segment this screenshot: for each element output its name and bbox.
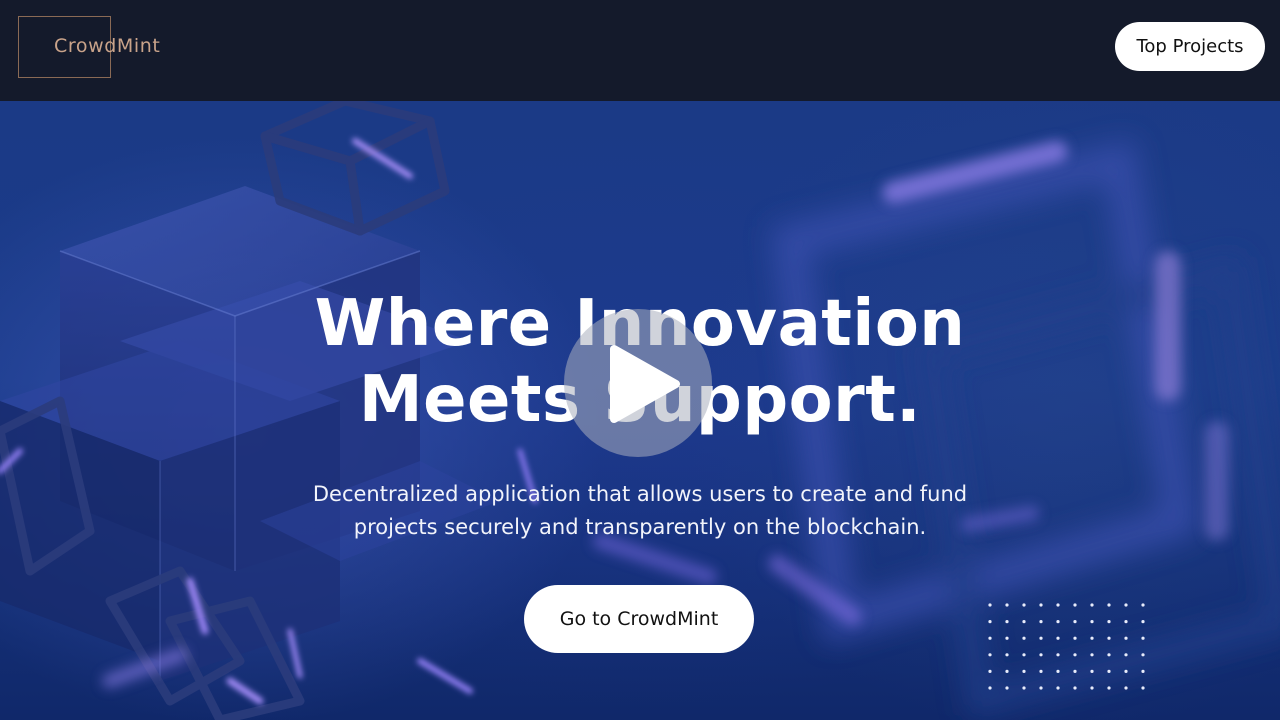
hero-subtitle: Decentralized application that allows us… bbox=[312, 482, 968, 539]
grid-dot bbox=[1039, 686, 1043, 690]
site-header: CrowdMint Top Projects bbox=[0, 0, 1280, 101]
go-to-crowdmint-button[interactable]: Go to CrowdMint bbox=[524, 585, 754, 653]
grid-dot bbox=[1073, 686, 1077, 690]
grid-dot bbox=[1039, 653, 1043, 657]
grid-dot bbox=[1124, 686, 1128, 690]
grid-dot bbox=[1124, 653, 1128, 657]
grid-dot bbox=[1141, 653, 1145, 657]
grid-dot bbox=[1039, 620, 1043, 624]
grid-dot bbox=[1141, 620, 1145, 624]
grid-dot bbox=[1005, 620, 1009, 624]
grid-dot bbox=[1124, 620, 1128, 624]
play-icon bbox=[610, 345, 680, 423]
grid-dot bbox=[988, 636, 992, 640]
play-video-button[interactable] bbox=[564, 309, 712, 457]
grid-dot bbox=[1141, 669, 1145, 673]
grid-dot bbox=[1107, 686, 1111, 690]
grid-dot bbox=[988, 686, 992, 690]
grid-dot bbox=[1056, 620, 1060, 624]
grid-dot bbox=[988, 620, 992, 624]
grid-dot bbox=[1090, 669, 1094, 673]
grid-dot bbox=[1073, 620, 1077, 624]
grid-dot bbox=[1141, 686, 1145, 690]
grid-dot bbox=[1090, 636, 1094, 640]
grid-dot bbox=[1090, 620, 1094, 624]
grid-dot bbox=[1022, 620, 1026, 624]
grid-dot bbox=[1107, 653, 1111, 657]
grid-dot bbox=[1090, 603, 1094, 607]
grid-dot bbox=[1005, 686, 1009, 690]
grid-dot bbox=[1124, 669, 1128, 673]
grid-dot bbox=[1005, 603, 1009, 607]
grid-dot bbox=[1056, 686, 1060, 690]
grid-dot bbox=[1073, 636, 1077, 640]
grid-dot bbox=[1090, 653, 1094, 657]
grid-dot bbox=[1039, 603, 1043, 607]
logo[interactable]: CrowdMint bbox=[18, 16, 188, 78]
grid-dot bbox=[1022, 636, 1026, 640]
grid-dot bbox=[988, 669, 992, 673]
grid-dot bbox=[1073, 603, 1077, 607]
grid-dot bbox=[988, 653, 992, 657]
logo-text: CrowdMint bbox=[54, 35, 161, 57]
grid-dot bbox=[1124, 636, 1128, 640]
grid-dot bbox=[1022, 669, 1026, 673]
grid-dot bbox=[1141, 636, 1145, 640]
grid-dot bbox=[1090, 686, 1094, 690]
grid-dot bbox=[1022, 653, 1026, 657]
grid-dot bbox=[1056, 669, 1060, 673]
grid-dot bbox=[1107, 669, 1111, 673]
grid-dot bbox=[1107, 620, 1111, 624]
grid-dot bbox=[1056, 603, 1060, 607]
grid-dot bbox=[1005, 669, 1009, 673]
dot-grid-decoration bbox=[988, 603, 1145, 690]
top-projects-button[interactable]: Top Projects bbox=[1115, 22, 1265, 71]
grid-dot bbox=[1005, 636, 1009, 640]
grid-dot bbox=[1141, 603, 1145, 607]
grid-dot bbox=[1073, 669, 1077, 673]
grid-dot bbox=[988, 603, 992, 607]
grid-dot bbox=[1073, 653, 1077, 657]
grid-dot bbox=[1056, 636, 1060, 640]
grid-dot bbox=[1022, 603, 1026, 607]
grid-dot bbox=[1056, 653, 1060, 657]
grid-dot bbox=[1107, 636, 1111, 640]
grid-dot bbox=[1022, 686, 1026, 690]
hero-section: Where Innovation Meets Support. Decentra… bbox=[0, 101, 1280, 720]
grid-dot bbox=[1005, 653, 1009, 657]
grid-dot bbox=[1039, 636, 1043, 640]
grid-dot bbox=[1039, 669, 1043, 673]
grid-dot bbox=[1124, 603, 1128, 607]
grid-dot bbox=[1107, 603, 1111, 607]
